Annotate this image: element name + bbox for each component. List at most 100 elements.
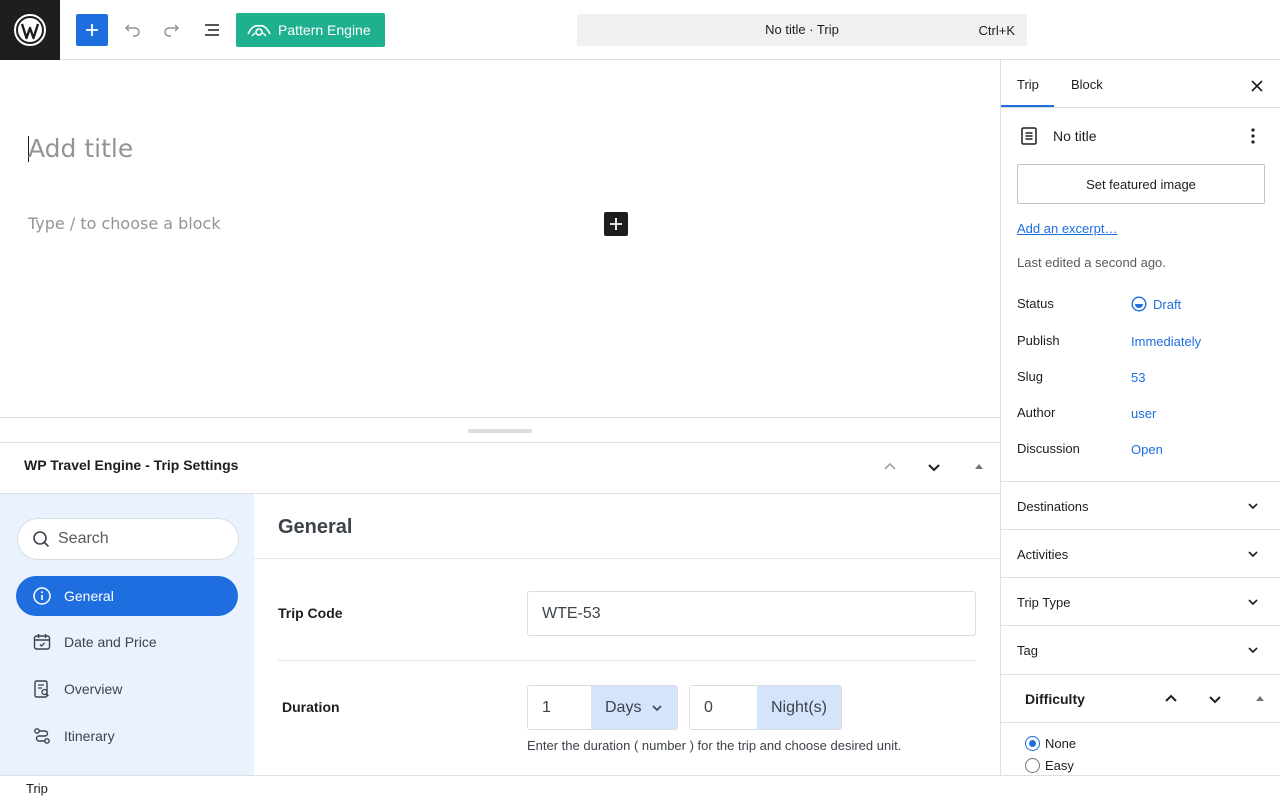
panel-label: Destinations bbox=[1017, 499, 1089, 514]
close-icon bbox=[1251, 80, 1263, 92]
breadcrumb[interactable]: Trip bbox=[26, 781, 48, 796]
toggle-panel-button[interactable] bbox=[1248, 687, 1272, 711]
plus-icon bbox=[86, 24, 98, 36]
redo-button[interactable] bbox=[156, 14, 188, 46]
draft-status-icon bbox=[1131, 296, 1147, 312]
radio-label: None bbox=[1045, 736, 1077, 751]
toggle-panel-button[interactable] bbox=[967, 455, 991, 479]
duration-nights-group: 0 Night(s) bbox=[689, 685, 843, 730]
radio-button[interactable] bbox=[1025, 736, 1040, 751]
settings-search-input[interactable]: Search bbox=[17, 518, 239, 560]
pattern-engine-button[interactable]: Pattern Engine bbox=[236, 13, 385, 47]
editor-canvas: Add title Type / to choose a block bbox=[0, 60, 1000, 418]
panel-label: Tag bbox=[1017, 643, 1038, 658]
publish-value-button[interactable]: Immediately bbox=[1131, 334, 1201, 349]
nav-item-label: General bbox=[64, 588, 114, 604]
meta-box-title: WP Travel Engine - Trip Settings bbox=[24, 457, 239, 473]
post-actions-button[interactable] bbox=[1241, 124, 1265, 148]
undo-button[interactable] bbox=[116, 14, 148, 46]
document-overview-button[interactable] bbox=[196, 14, 228, 46]
difficulty-option-none[interactable]: None bbox=[1025, 736, 1076, 751]
publish-label: Publish bbox=[1017, 333, 1060, 348]
settings-sidebar: Trip Block No title Set featured image A… bbox=[1000, 60, 1280, 784]
calendar-icon bbox=[33, 634, 51, 650]
page-icon bbox=[1021, 127, 1037, 145]
row-divider bbox=[278, 660, 976, 661]
plus-icon bbox=[610, 218, 622, 230]
slug-value-button[interactable]: 53 bbox=[1131, 370, 1145, 385]
last-edited-text: Last edited a second ago. bbox=[1017, 255, 1166, 270]
panel-destinations[interactable]: Destinations bbox=[1001, 481, 1280, 529]
chevron-up-icon bbox=[884, 462, 896, 470]
trip-settings-body: Search General Date and Price Overview I… bbox=[0, 494, 1000, 776]
duration-unit-value: Days bbox=[605, 698, 642, 716]
undo-icon bbox=[124, 24, 140, 37]
duration-nights-input[interactable]: 0 bbox=[690, 686, 757, 729]
default-block-appender[interactable]: Type / to choose a block bbox=[28, 214, 221, 233]
general-settings-panel: General Trip Code WTE-53 Duration 1 Days… bbox=[254, 494, 1000, 776]
nav-item-itinerary[interactable]: Itinerary bbox=[16, 716, 238, 756]
nav-item-overview[interactable]: Overview bbox=[16, 669, 238, 709]
list-view-icon bbox=[205, 24, 219, 36]
triangle-up-icon bbox=[975, 464, 983, 469]
nav-item-general[interactable]: General bbox=[16, 576, 238, 616]
more-vertical-icon bbox=[1251, 128, 1255, 144]
move-down-button[interactable] bbox=[922, 455, 946, 479]
duration-help-text: Enter the duration ( number ) for the tr… bbox=[527, 738, 902, 753]
chevron-down-icon bbox=[928, 464, 940, 472]
triangle-up-icon bbox=[1256, 696, 1264, 701]
chevron-down-icon bbox=[1241, 542, 1265, 566]
section-title: General bbox=[278, 516, 353, 538]
move-up-button[interactable] bbox=[1159, 687, 1183, 711]
radio-button[interactable] bbox=[1025, 758, 1040, 773]
difficulty-option-easy[interactable]: Easy bbox=[1025, 758, 1074, 773]
panel-label: Trip Type bbox=[1017, 595, 1071, 610]
wordpress-logo-icon[interactable] bbox=[0, 0, 60, 60]
chevron-down-icon bbox=[1241, 638, 1265, 662]
duration-days-input[interactable]: 1 bbox=[528, 686, 591, 729]
block-inserter-button[interactable] bbox=[76, 14, 108, 46]
status-label: Status bbox=[1017, 296, 1054, 311]
trip-settings-nav: Search General Date and Price Overview I… bbox=[0, 494, 254, 776]
active-tab-indicator bbox=[1001, 105, 1054, 107]
duration-unit-select[interactable]: Days bbox=[591, 686, 678, 729]
panel-trip-type[interactable]: Trip Type bbox=[1001, 577, 1280, 625]
search-placeholder: Search bbox=[58, 530, 109, 547]
pattern-engine-icon bbox=[247, 24, 271, 37]
move-up-button[interactable] bbox=[878, 455, 902, 479]
move-down-button[interactable] bbox=[1203, 687, 1227, 711]
status-value: Draft bbox=[1153, 296, 1182, 312]
status-value-button[interactable]: Draft bbox=[1131, 296, 1181, 312]
chevron-down-icon bbox=[1241, 494, 1265, 518]
author-value-button[interactable]: user bbox=[1131, 406, 1156, 421]
add-excerpt-link[interactable]: Add an excerpt… bbox=[1017, 221, 1117, 236]
duration-days-group: 1 Days bbox=[527, 685, 679, 730]
trip-code-input[interactable]: WTE-53 bbox=[527, 591, 976, 636]
add-block-button[interactable] bbox=[604, 212, 628, 236]
difficulty-title: Difficulty bbox=[1025, 691, 1085, 707]
command-shortcut: Ctrl+K bbox=[978, 23, 1015, 38]
trip-code-label: Trip Code bbox=[278, 605, 343, 621]
close-sidebar-button[interactable] bbox=[1245, 74, 1269, 98]
panel-tag[interactable]: Tag bbox=[1001, 625, 1280, 673]
nav-item-date-and-price[interactable]: Date and Price bbox=[16, 622, 238, 662]
pattern-engine-label: Pattern Engine bbox=[278, 22, 371, 38]
set-featured-image-button[interactable]: Set featured image bbox=[1017, 164, 1265, 204]
tab-trip[interactable]: Trip bbox=[1017, 77, 1039, 92]
document-title: No title · Trip bbox=[765, 22, 839, 37]
author-label: Author bbox=[1017, 405, 1056, 420]
panel-difficulty: Difficulty None Easy bbox=[1001, 674, 1280, 784]
tab-block[interactable]: Block bbox=[1071, 77, 1103, 92]
chevron-up-icon bbox=[1165, 694, 1177, 702]
info-icon bbox=[33, 587, 51, 605]
discussion-value-button[interactable]: Open bbox=[1131, 442, 1163, 457]
panel-activities[interactable]: Activities bbox=[1001, 529, 1280, 577]
editor-header: Pattern Engine No title · Trip Ctrl+K bbox=[0, 0, 1280, 60]
sidebar-tabs: Trip Block bbox=[1001, 60, 1280, 108]
radio-label: Easy bbox=[1045, 758, 1074, 773]
post-title-input[interactable]: Add title bbox=[28, 134, 133, 163]
meta-box-resizer[interactable] bbox=[0, 417, 1000, 443]
chevron-down-icon bbox=[1241, 590, 1265, 614]
command-palette-bar[interactable]: No title · Trip Ctrl+K bbox=[577, 14, 1027, 46]
resize-handle[interactable] bbox=[468, 429, 532, 433]
